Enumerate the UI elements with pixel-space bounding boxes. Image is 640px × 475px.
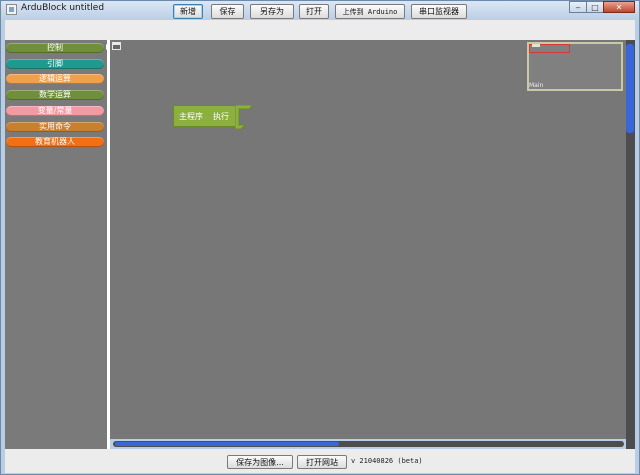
maximize-button[interactable]: □ [586, 1, 604, 13]
category-button[interactable]: 变量/常量 [6, 105, 104, 116]
open-button[interactable]: 打开 [299, 4, 329, 19]
minimap-label: Main [529, 82, 544, 89]
close-button[interactable]: ✕ [603, 1, 635, 13]
category-button[interactable]: 引脚 [6, 58, 104, 69]
new-button[interactable]: 新增 [173, 4, 203, 19]
category-button[interactable]: 逻辑运算 [6, 74, 104, 85]
window-icon[interactable] [112, 42, 121, 50]
app-icon [6, 4, 17, 15]
serial-monitor-button[interactable]: 串口监视器 [411, 4, 467, 19]
vertical-scroll-thumb[interactable] [626, 44, 634, 133]
save-as-button[interactable]: 另存为 [250, 4, 294, 19]
category-button[interactable]: 数学运算 [6, 90, 104, 101]
ardublock-window: ArduBlock untitled ‒ □ ✕ 新增 保存 另存为 打开 上传… [0, 0, 640, 475]
window-controls: ‒ □ ✕ [569, 1, 635, 14]
open-website-button[interactable]: 打开网站 [297, 455, 347, 469]
version-label: v 21040826 (beta) [351, 457, 423, 465]
save-button[interactable]: 保存 [211, 4, 244, 19]
category-panel [5, 40, 107, 449]
category-button[interactable]: 实用命令 [6, 121, 104, 132]
window-title: ArduBlock untitled [21, 3, 105, 13]
block-connector-icon [235, 105, 253, 129]
toolbar [5, 20, 635, 40]
minimap-block [532, 44, 540, 47]
block-label: 主程序 [179, 112, 203, 121]
category-button[interactable]: 教育机器人 [6, 137, 104, 148]
block-sublabel: 执行 [213, 112, 229, 121]
category-button[interactable]: 控制 [6, 43, 104, 53]
horizontal-scroll-thumb[interactable] [115, 442, 339, 446]
save-as-image-button[interactable]: 保存为图像... [227, 455, 293, 469]
minimize-button[interactable]: ‒ [569, 1, 587, 13]
upload-arduino-button[interactable]: 上传到 Arduino [335, 4, 405, 19]
workspace-canvas[interactable] [110, 40, 626, 439]
